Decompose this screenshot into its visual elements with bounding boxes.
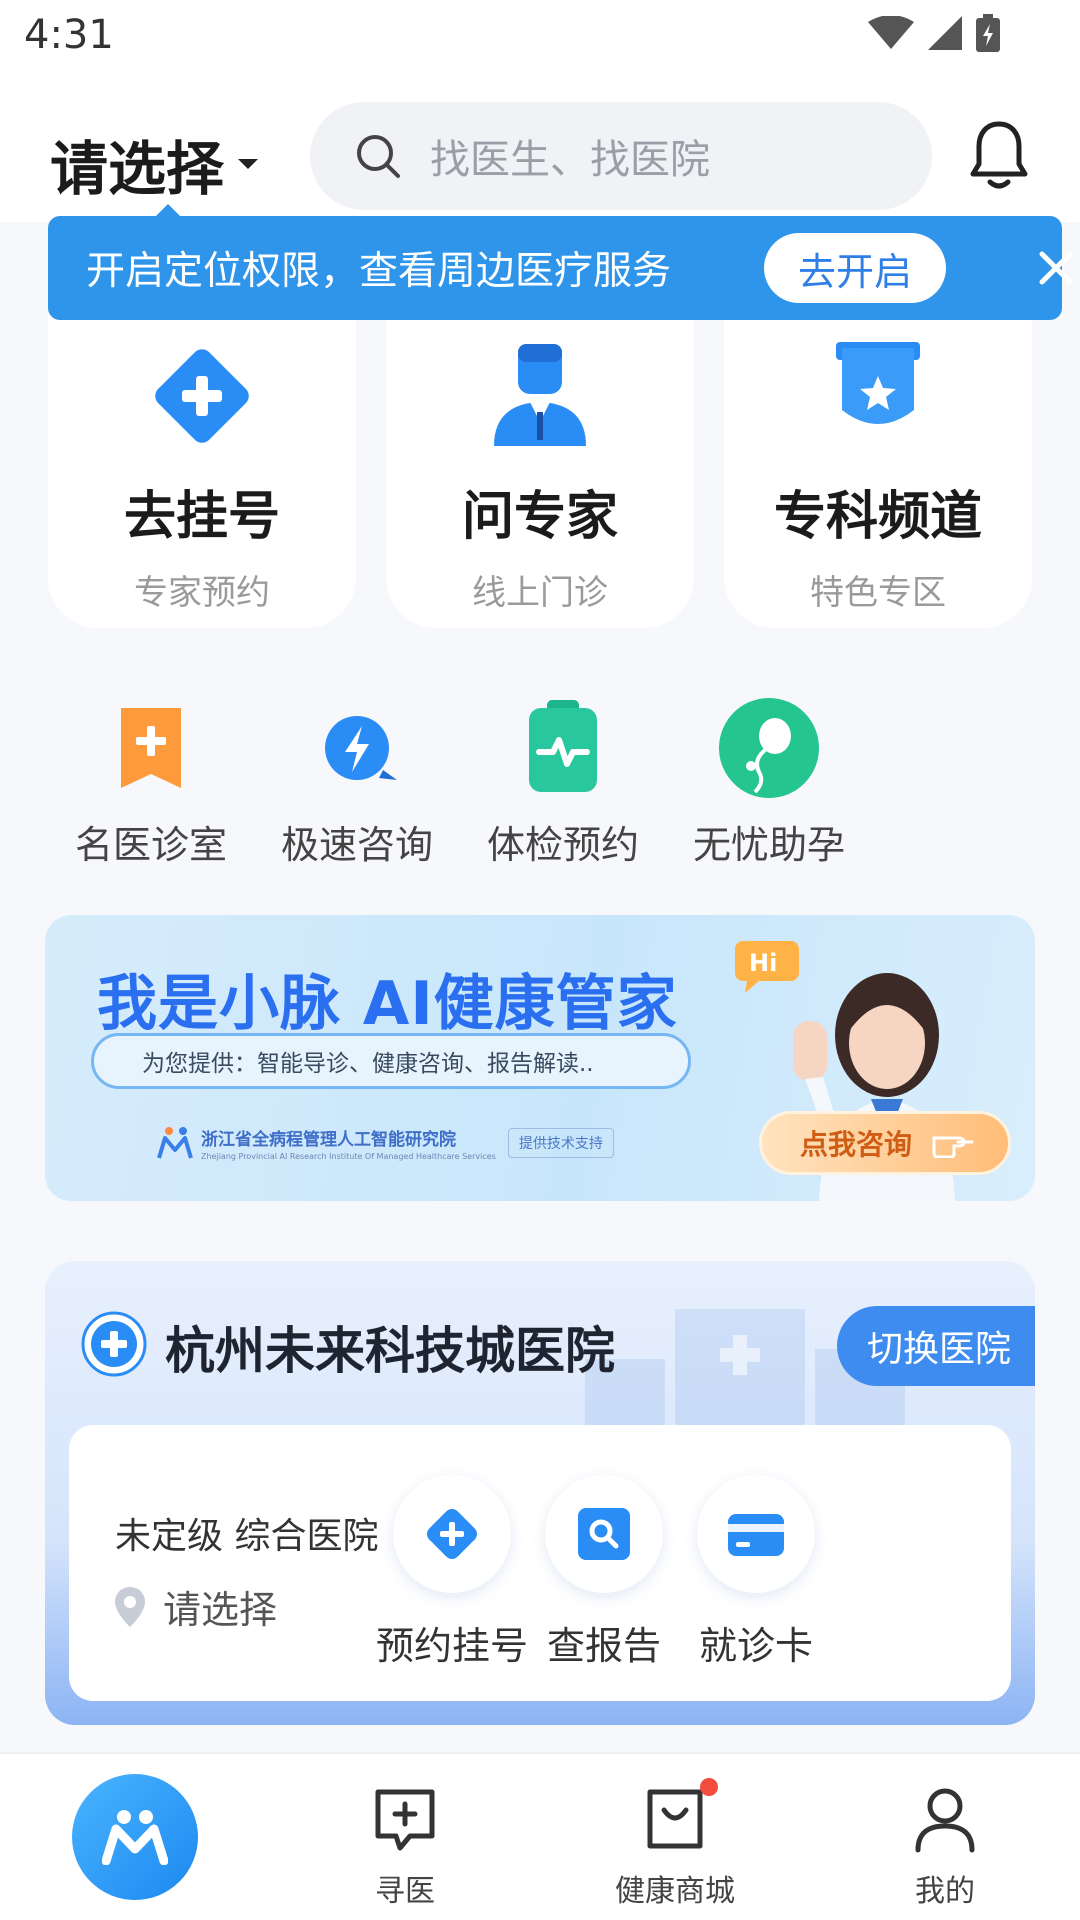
card-specialty[interactable]: 专科频道 特色专区 (724, 306, 1032, 628)
quick-fertility[interactable]: 无忧助孕 (666, 696, 872, 869)
card-title: 去挂号 (123, 487, 280, 547)
clipboard-pulse-icon (529, 700, 597, 792)
shopping-bag-icon (640, 1778, 718, 1854)
hospital-level: 未定级 综合医院 (115, 1516, 379, 1557)
quick-fast-consult[interactable]: 极速咨询 (254, 696, 460, 869)
doctor-icon (494, 344, 586, 446)
quick-label: 名医诊室 (74, 823, 227, 867)
quick-famous-doctor[interactable]: 名医诊室 (48, 696, 254, 869)
ai-banner-subtitle: 为您提供：智能导诊、健康咨询、报告解读.. (142, 1051, 594, 1077)
close-icon[interactable] (1038, 250, 1074, 286)
card-register[interactable]: 去挂号 专家预约 (48, 306, 356, 628)
bell-icon[interactable] (968, 120, 1030, 192)
location-banner-text: 开启定位权限，查看周边医疗服务 (86, 249, 672, 294)
signal-icon (928, 16, 962, 50)
consult-me-button[interactable]: 点我咨询 (759, 1111, 1011, 1175)
bottom-nav: 寻医 健康商城 我的 (0, 1752, 1080, 1920)
tech-support-tag: 提供技术支持 (507, 1128, 614, 1158)
nav-home-button[interactable] (72, 1774, 198, 1900)
nav-label: 健康商城 (615, 1874, 735, 1909)
hospital-name: 杭州未来科技城医院 (165, 1322, 615, 1380)
action-icon-circle (697, 1475, 815, 1593)
hospital-info-panel: 未定级 综合医院 请选择 预约挂号 查报告 就诊卡 (69, 1425, 1011, 1701)
lightning-chat-icon (325, 716, 397, 780)
bookmark-plus-icon (121, 708, 181, 788)
hospital-plus-icon (81, 1311, 147, 1377)
header: 请选择 找医生、找医院 (0, 72, 1080, 222)
hi-text: Hi (749, 949, 777, 977)
nav-health-mall[interactable]: 健康商城 (595, 1778, 755, 1910)
consult-me-label: 点我咨询 (800, 1128, 913, 1161)
location-pin-icon (115, 1586, 145, 1627)
card-subtitle: 特色专区 (810, 573, 946, 613)
caret-down-icon (238, 159, 259, 169)
city-selector[interactable]: 请选择 (50, 122, 259, 206)
star-badge-icon (836, 342, 920, 424)
card-subtitle: 专家预约 (134, 573, 270, 613)
card-subtitle: 线上门诊 (472, 573, 608, 613)
search-box[interactable]: 找医生、找医院 (310, 102, 932, 210)
card-icon (728, 1514, 784, 1556)
quick-label: 无忧助孕 (692, 823, 845, 867)
action-icon-circle (545, 1475, 663, 1593)
wifi-icon (868, 16, 914, 49)
hospital-location-text: 请选择 (163, 1588, 278, 1632)
quick-label: 极速咨询 (280, 823, 433, 867)
pointing-hand-icon (932, 1136, 974, 1158)
report-search-icon (578, 1508, 630, 1560)
action-label: 就诊卡 (698, 1624, 813, 1668)
chat-plus-icon (375, 1789, 435, 1851)
status-icons (868, 14, 1000, 52)
register-icon (427, 1509, 477, 1559)
nav-label: 寻医 (375, 1874, 435, 1909)
card-ask-expert[interactable]: 问专家 线上门诊 (386, 306, 694, 628)
status-time: 4:31 (24, 12, 114, 58)
quick-checkup[interactable]: 体检预约 (460, 696, 666, 869)
ai-banner-title: 我是小脉 AI健康管家 (97, 969, 678, 1039)
app-logo-icon (102, 1810, 168, 1865)
location-permission-banner: 开启定位权限，查看周边医疗服务 去开启 (48, 204, 1073, 320)
hospital-card: 杭州未来科技城医院 切换医院 未定级 综合医院 请选择 预约挂号 查报告 就诊卡 (45, 1261, 1035, 1725)
search-icon (357, 135, 400, 178)
card-title: 专科频道 (773, 487, 982, 547)
quick-services: 名医诊室 极速咨询 体检预约 无忧助孕 (48, 696, 872, 869)
hospital-location[interactable]: 请选择 (115, 1579, 277, 1634)
action-icon-circle (393, 1475, 511, 1593)
ai-banner-subtitle-pill: 为您提供：智能导诊、健康咨询、报告解读.. (91, 1033, 691, 1089)
quick-label: 体检预约 (486, 823, 639, 867)
ai-org-info: 浙江省全病程管理人工智能研究院 Zhejiang Provincial AI R… (157, 1125, 614, 1161)
search-placeholder: 找医生、找医院 (430, 137, 710, 183)
plus-diamond-icon (155, 349, 249, 443)
ai-assistant-banner[interactable]: 我是小脉 AI健康管家 为您提供：智能导诊、健康咨询、报告解读.. 浙江省全病程… (45, 915, 1035, 1201)
city-label: 请选择 (50, 135, 225, 203)
battery-icon (976, 14, 1000, 52)
nav-find-doctor[interactable]: 寻医 (325, 1784, 485, 1910)
ai-org-name-en: Zhejiang Provincial AI Research Institut… (201, 1152, 496, 1161)
ai-org-name: 浙江省全病程管理人工智能研究院 (201, 1130, 456, 1150)
institute-logo-icon (157, 1127, 193, 1159)
enable-location-button[interactable]: 去开启 (764, 233, 946, 303)
user-icon (915, 1788, 975, 1853)
nav-mine[interactable]: 我的 (865, 1784, 1025, 1910)
action-label: 预约挂号 (375, 1624, 528, 1668)
card-title: 问专家 (461, 487, 618, 547)
fertility-icon (719, 698, 819, 798)
status-bar: 4:31 (0, 0, 1080, 72)
nav-label: 我的 (915, 1874, 975, 1909)
switch-hospital-button[interactable]: 切换医院 (837, 1306, 1035, 1386)
action-patient-card[interactable]: 就诊卡 (666, 1475, 846, 1670)
notification-dot (700, 1778, 718, 1796)
action-label: 查报告 (546, 1624, 661, 1668)
main-cards: 去挂号 专家预约 问专家 线上门诊 专科频道 特色专区 (48, 306, 1032, 628)
